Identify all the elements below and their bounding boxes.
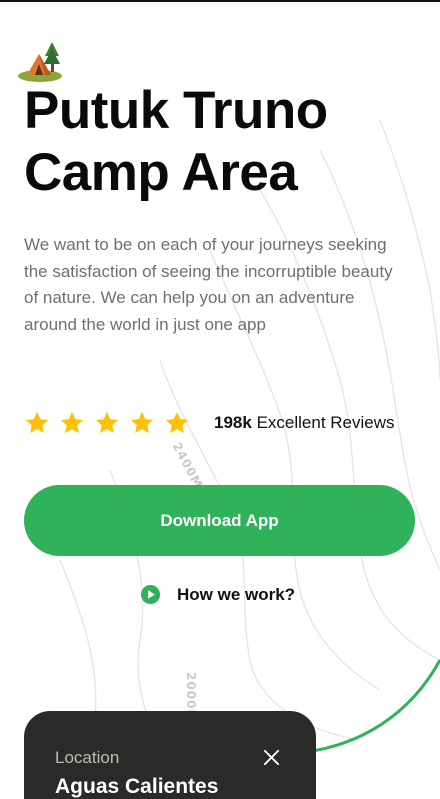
reviews-count: 198k xyxy=(214,413,252,432)
rating-row: 198k Excellent Reviews xyxy=(24,407,395,439)
star-icon xyxy=(25,411,49,433)
location-card: Location Aguas Calientes xyxy=(24,711,316,799)
top-border xyxy=(0,0,440,2)
title-line-1: Putuk Truno xyxy=(24,81,328,140)
location-value: Aguas Calientes xyxy=(55,775,219,798)
star-icon xyxy=(95,411,119,433)
star-rating xyxy=(24,410,190,436)
close-icon[interactable] xyxy=(263,749,280,766)
download-app-button[interactable]: Download App xyxy=(24,485,415,556)
how-we-work-label: How we work? xyxy=(177,584,296,604)
how-we-work-link[interactable]: How we work? xyxy=(140,584,295,605)
reviews-label: Excellent Reviews xyxy=(256,413,395,432)
hero-description: We want to be on each of your journeys s… xyxy=(24,235,393,334)
play-circle-icon xyxy=(140,584,161,605)
reviews-summary: 198k Excellent Reviews xyxy=(214,413,395,433)
camp-tent-icon xyxy=(18,42,62,82)
star-icon xyxy=(130,411,154,433)
page-title: Putuk Truno Camp Area xyxy=(24,80,424,204)
star-icon xyxy=(165,411,189,433)
star-icon xyxy=(60,411,84,433)
title-line-2: Camp Area xyxy=(24,143,298,202)
location-label: Location xyxy=(55,748,120,767)
